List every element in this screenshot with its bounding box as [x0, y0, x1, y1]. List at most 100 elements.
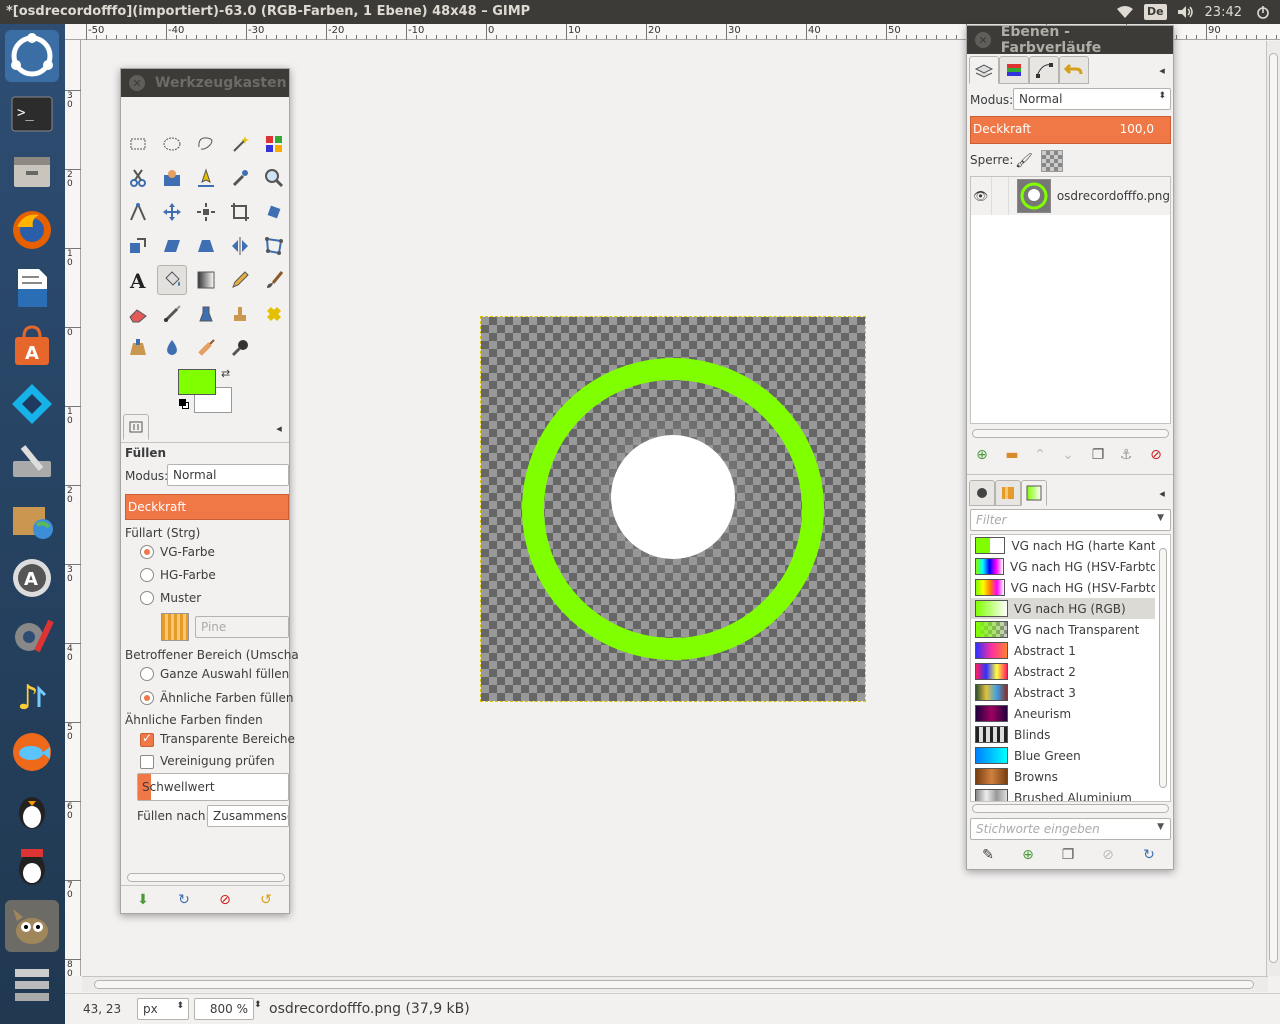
tool-blend[interactable]	[191, 265, 221, 295]
tool-dodge-burn[interactable]	[225, 333, 255, 363]
raise-layer-icon[interactable]: ⌃	[1028, 444, 1052, 466]
tool-flip[interactable]	[225, 231, 255, 261]
tool-measure[interactable]	[123, 197, 153, 227]
tool-pencil[interactable]	[225, 265, 255, 295]
system-settings-icon[interactable]	[5, 610, 59, 662]
gradient-item[interactable]: Aneurism	[971, 703, 1155, 724]
threshold-slider[interactable]: Schwellwert	[137, 773, 289, 801]
power-icon[interactable]	[1256, 0, 1270, 24]
tool-clone[interactable]	[225, 299, 255, 329]
gradient-item[interactable]: VG nach Transparent	[971, 619, 1155, 640]
vertical-scrollbar[interactable]	[1266, 41, 1280, 976]
chain-toggle[interactable]	[990, 177, 1009, 215]
reset-options-icon[interactable]: ↺	[254, 889, 278, 911]
tool-crop[interactable]	[225, 197, 255, 227]
tags-input[interactable]: Stichworte eingeben ▼	[970, 818, 1171, 840]
delete-gradient-icon[interactable]: ⊘	[1096, 844, 1120, 866]
gradient-filter-input[interactable]: Filter ▼	[970, 509, 1171, 531]
tool-scale[interactable]	[123, 231, 153, 261]
tux-game-icon[interactable]	[5, 784, 59, 836]
software-center-icon[interactable]: A	[5, 320, 59, 372]
lock-alpha-icon[interactable]	[1041, 150, 1063, 172]
options-hscroll[interactable]	[127, 873, 285, 882]
duplicate-gradient-icon[interactable]: ❐	[1056, 844, 1080, 866]
lower-layer-icon[interactable]: ⌄	[1056, 444, 1080, 466]
new-layer-icon[interactable]: ⊕	[970, 444, 994, 466]
layer-opacity-slider[interactable]: Deckkraft 100,0	[970, 116, 1171, 144]
tool-ellipse-select[interactable]	[157, 129, 187, 159]
anchor-layer-icon[interactable]: ⚓	[1114, 444, 1138, 466]
mode-select[interactable]: Normal	[167, 464, 289, 486]
channels-tab[interactable]	[999, 56, 1029, 84]
opacity-slider[interactable]: Deckkraft	[125, 494, 289, 520]
tool-rect-select[interactable]	[123, 129, 153, 159]
kodi-icon[interactable]	[5, 378, 59, 430]
firefox-icon[interactable]	[5, 204, 59, 256]
tool-cage-transform[interactable]	[259, 231, 289, 261]
pattern-preview[interactable]	[161, 613, 189, 641]
tool-zoom[interactable]	[259, 163, 289, 193]
new-gradient-icon[interactable]: ⊕	[1016, 844, 1040, 866]
layers-tab[interactable]	[969, 56, 999, 84]
filter-dropdown-icon[interactable]: ▼	[1157, 513, 1164, 523]
tool-rotate[interactable]	[259, 197, 289, 227]
tool-heal[interactable]	[259, 299, 289, 329]
music-player-icon[interactable]: ♪	[5, 668, 59, 720]
edit-gradient-icon[interactable]: ✎	[976, 844, 1000, 866]
gradient-item[interactable]: VG nach HG (HSV-Farbton g	[971, 556, 1155, 577]
tool-free-select[interactable]	[191, 129, 221, 159]
unit-select[interactable]: px ⬍	[137, 998, 189, 1020]
brushes-tab[interactable]	[969, 480, 995, 506]
tool-align[interactable]	[191, 197, 221, 227]
tool-color-picker[interactable]	[225, 163, 255, 193]
dock-menu-icon[interactable]: ◂	[1150, 59, 1174, 81]
gradient-item[interactable]: Abstract 3	[971, 682, 1155, 703]
paths-tab[interactable]	[1029, 56, 1059, 84]
gradient-item[interactable]: Blinds	[971, 724, 1155, 745]
toolbox-titlebar[interactable]: ✕ Werkzeugkasten	[121, 69, 289, 97]
fill-bg-radio[interactable]	[140, 568, 154, 582]
keyboard-layout-indicator[interactable]: De	[1143, 0, 1167, 24]
undo-history-tab[interactable]	[1059, 56, 1089, 84]
gradient-item[interactable]: VG nach HG (harte Kante)	[971, 535, 1155, 556]
zoom-spin-icon[interactable]: ⬍	[254, 1000, 262, 1010]
close-icon[interactable]: ✕	[129, 75, 145, 91]
vertical-scroll-thumb[interactable]	[1269, 53, 1278, 963]
fill-pattern-radio[interactable]	[140, 591, 154, 605]
merged-checkbox[interactable]	[140, 755, 154, 769]
new-layer-group-icon[interactable]: ▬	[1000, 444, 1024, 466]
file-manager-icon[interactable]	[5, 146, 59, 198]
gradient-item[interactable]: Abstract 1	[971, 640, 1155, 661]
foreground-color-swatch[interactable]	[178, 369, 216, 395]
tags-dropdown-icon[interactable]: ▼	[1157, 822, 1164, 832]
tool-blur[interactable]	[157, 333, 187, 363]
image-canvas[interactable]	[480, 316, 866, 702]
refresh-gradients-icon[interactable]: ↻	[1137, 844, 1161, 866]
tool-fuzzy-select[interactable]	[225, 129, 255, 159]
layer-name[interactable]: osdrecordofffo.png	[1057, 189, 1170, 203]
gradients-tab[interactable]	[1021, 480, 1047, 506]
workspace-switcher-icon[interactable]	[5, 958, 59, 1010]
archive-manager-icon[interactable]	[5, 494, 59, 546]
restore-options-icon[interactable]: ↻	[172, 889, 196, 911]
gradient-item[interactable]: Abstract 2	[971, 661, 1155, 682]
software-updater-icon[interactable]: A	[5, 552, 59, 604]
gradient-item[interactable]: VG nach HG (RGB)	[971, 598, 1155, 619]
save-options-icon[interactable]: ⬇	[131, 889, 155, 911]
tool-airbrush[interactable]	[157, 299, 187, 329]
terminal-icon[interactable]: >_	[5, 88, 59, 140]
gradients-menu-icon[interactable]: ◂	[1150, 482, 1174, 504]
transparent-checkbox[interactable]	[140, 731, 154, 747]
gradient-item[interactable]: Blue Green	[971, 745, 1155, 766]
lock-pixels-icon[interactable]: 🖌	[1012, 150, 1036, 172]
default-colors-icon[interactable]	[179, 399, 189, 409]
gradients-hscroll[interactable]	[972, 804, 1169, 813]
wifi-icon[interactable]	[1116, 0, 1134, 24]
pattern-name-field[interactable]: Pine	[195, 616, 289, 638]
layers-hscroll[interactable]	[972, 429, 1169, 438]
gradient-item[interactable]: VG nach HG (HSV-Farbton i	[971, 577, 1155, 598]
tool-perspective-clone[interactable]	[123, 333, 153, 363]
tool-eraser[interactable]	[123, 299, 153, 329]
tool-bucket-fill[interactable]	[157, 265, 187, 295]
tool-scissors-select[interactable]	[123, 163, 153, 193]
